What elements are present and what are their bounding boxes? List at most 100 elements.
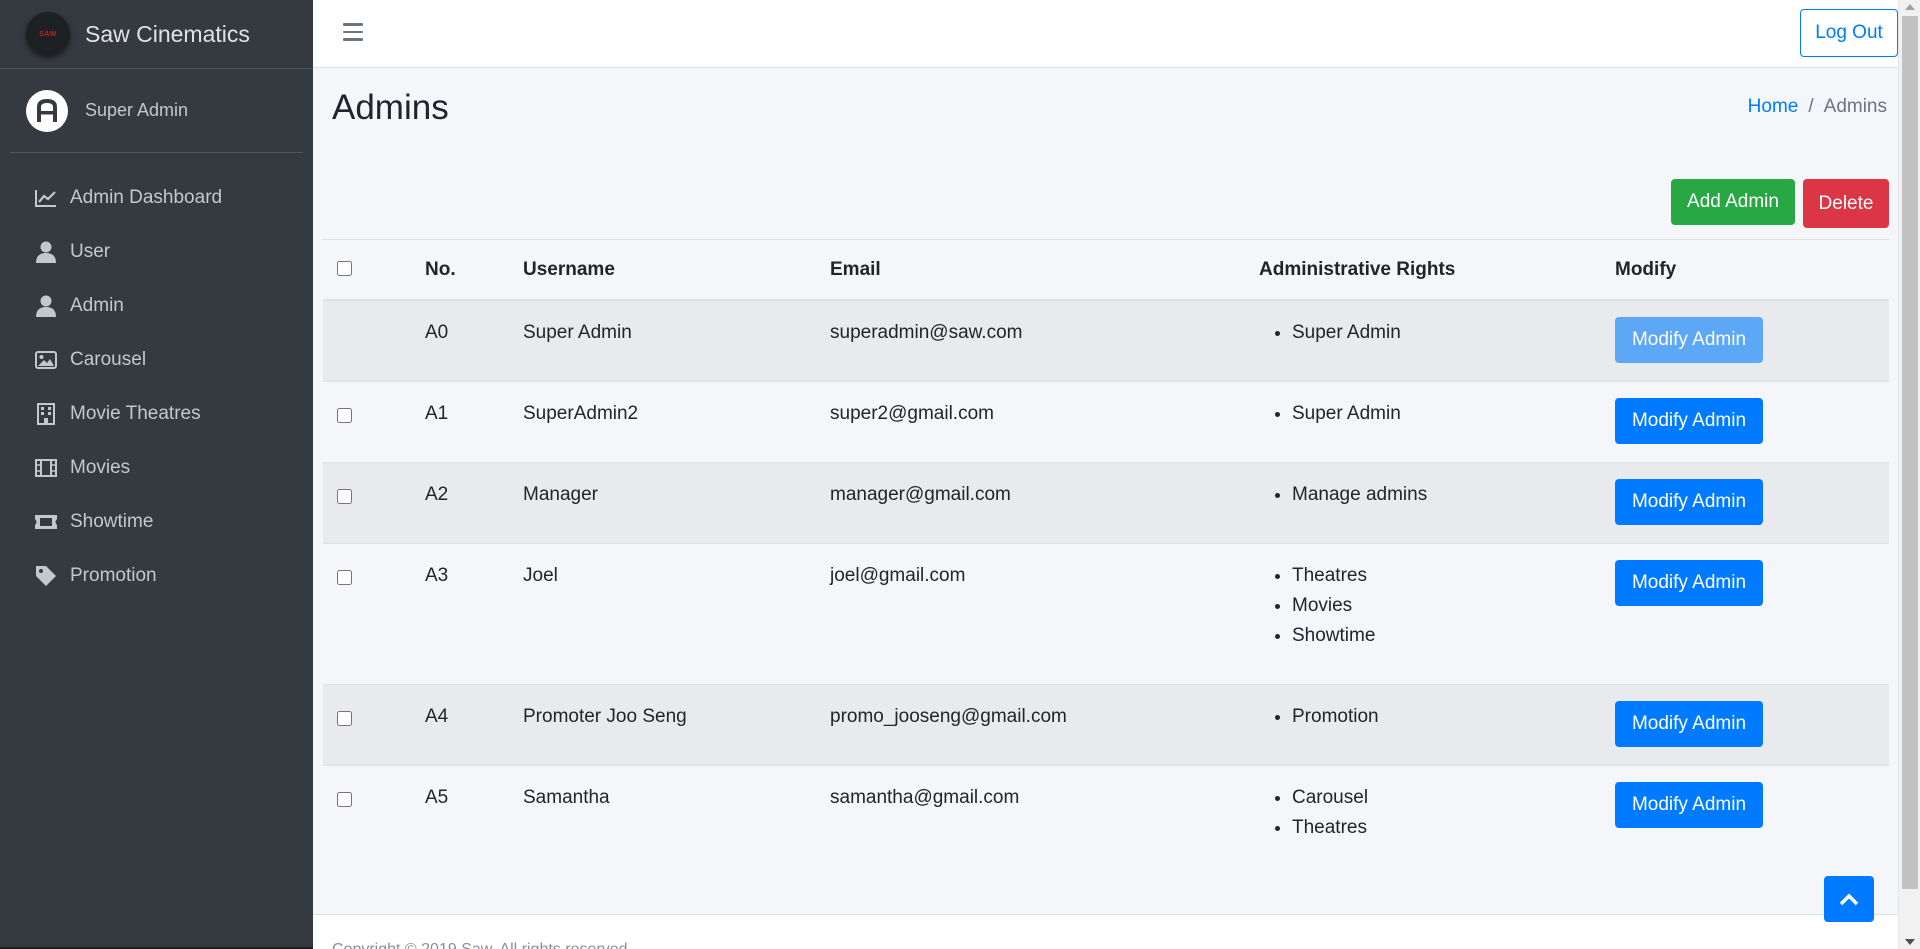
scrollbar-thumb[interactable]: [1902, 16, 1918, 889]
row-username: Manager: [523, 483, 598, 505]
page-scrollbar[interactable]: [1898, 0, 1920, 949]
row-checkbox[interactable]: [337, 791, 352, 807]
modify-admin-button[interactable]: Modify Admin: [1615, 317, 1763, 363]
breadcrumb-home-link[interactable]: Home: [1748, 96, 1799, 118]
row-number: A3: [425, 564, 449, 586]
brand-link[interactable]: SAW Saw Cinematics: [0, 0, 313, 69]
breadcrumb: Home / Admins: [1748, 96, 1887, 118]
rights-item: Carousel: [1292, 787, 1615, 817]
row-checkbox[interactable]: [337, 488, 352, 504]
menu-toggle-icon[interactable]: [343, 23, 363, 41]
sidebar-item-promotion[interactable]: Promotion: [0, 549, 313, 603]
row-checkbox[interactable]: [337, 569, 352, 585]
sidebar-item-user[interactable]: User: [0, 225, 313, 279]
rights-item: Super Admin: [1292, 322, 1615, 352]
main-content: Admins Home / Admins Add Admin Delete No…: [313, 68, 1898, 914]
table-row: A5 Samantha samantha@gmail.com Carousel …: [323, 764, 1889, 875]
back-to-top-button[interactable]: [1824, 876, 1874, 922]
row-checkbox[interactable]: [337, 407, 352, 423]
row-select-cell: [323, 764, 425, 875]
table-row: A2 Manager manager@gmail.com Manage admi…: [323, 461, 1889, 543]
sidebar-nav: Admin Dashboard User Admin Carousel Movi…: [0, 153, 313, 603]
scroll-up-arrow-icon[interactable]: [1905, 4, 1915, 10]
rights-list: Super Admin: [1259, 301, 1615, 352]
column-header-no: No.: [425, 240, 523, 301]
footer-copyright: Copyright © 2019 Saw. All rights reserve…: [332, 941, 632, 949]
scroll-down-arrow-icon[interactable]: [1905, 939, 1915, 945]
column-header-email: Email: [830, 240, 1259, 301]
row-username: Joel: [523, 564, 558, 586]
sidebar-item-label: Promotion: [70, 565, 157, 586]
row-select-cell: [323, 380, 425, 462]
sidebar-item-showtime[interactable]: Showtime: [0, 495, 313, 549]
rights-list: Carousel Theatres: [1259, 766, 1615, 847]
breadcrumb-separator: /: [1808, 96, 1814, 117]
sidebar-item-movies[interactable]: Movies: [0, 441, 313, 495]
row-email: super2@gmail.com: [830, 402, 994, 424]
sidebar: SAW Saw Cinematics Super Admin Admin Das…: [0, 0, 313, 949]
row-username: Samantha: [523, 786, 610, 808]
user-name: Super Admin: [85, 100, 189, 120]
row-number: A4: [425, 705, 449, 727]
add-admin-button[interactable]: Add Admin: [1671, 179, 1795, 225]
modify-admin-button[interactable]: Modify Admin: [1615, 478, 1763, 525]
chart-line-icon: [34, 187, 58, 209]
avatar: [26, 89, 68, 132]
rights-item: Manage admins: [1292, 484, 1615, 514]
brand-logo: SAW: [26, 12, 70, 56]
row-checkbox[interactable]: [337, 710, 352, 726]
row-number: A1: [425, 402, 449, 424]
table-row: A0 Super Admin superadmin@saw.com Super …: [323, 299, 1889, 381]
footer: Copyright © 2019 Saw. All rights reserve…: [313, 914, 1898, 949]
sidebar-item-admin-dashboard[interactable]: Admin Dashboard: [0, 171, 313, 225]
select-all-checkbox[interactable]: [337, 261, 352, 276]
rights-list: Super Admin: [1259, 382, 1615, 433]
admins-table-container: No. Username Email Administrative Rights…: [323, 239, 1889, 875]
film-icon: [34, 457, 58, 479]
rights-list: Theatres Movies Showtime: [1259, 544, 1615, 655]
modify-admin-button[interactable]: Modify Admin: [1615, 700, 1763, 747]
user-icon: [34, 295, 58, 317]
rights-item: Showtime: [1292, 625, 1615, 655]
user-panel[interactable]: Super Admin: [10, 69, 303, 153]
sidebar-item-movie-theatres[interactable]: Movie Theatres: [0, 387, 313, 441]
modify-admin-button[interactable]: Modify Admin: [1615, 559, 1763, 606]
building-icon: [34, 403, 58, 425]
row-username: Promoter Joo Seng: [523, 705, 687, 727]
sidebar-item-carousel[interactable]: Carousel: [0, 333, 313, 387]
table-header-row: No. Username Email Administrative Rights…: [323, 240, 1889, 301]
rights-item: Theatres: [1292, 817, 1615, 847]
sidebar-item-label: Admin Dashboard: [70, 187, 223, 208]
row-select-cell: [323, 683, 425, 765]
table-row: A1 SuperAdmin2 super2@gmail.com Super Ad…: [323, 380, 1889, 462]
sidebar-item-label: Movies: [70, 457, 131, 478]
logout-button[interactable]: Log Out: [1800, 9, 1898, 57]
rights-item: Movies: [1292, 595, 1615, 625]
row-select-cell: [323, 461, 425, 543]
chevron-up-icon: [1839, 893, 1859, 906]
sidebar-item-admin[interactable]: Admin: [0, 279, 313, 333]
image-icon: [34, 349, 58, 371]
row-number: A2: [425, 483, 449, 505]
row-select-cell: [323, 542, 425, 684]
row-select-cell: [323, 299, 425, 381]
row-email: superadmin@saw.com: [830, 322, 1023, 343]
row-email: samantha@gmail.com: [830, 786, 1020, 808]
table-row: A4 Promoter Joo Seng promo_jooseng@gmail…: [323, 683, 1889, 765]
column-header-modify: Modify: [1615, 240, 1889, 301]
admin-logo-icon: [37, 98, 57, 122]
top-navbar: Log Out: [313, 0, 1898, 68]
sidebar-item-label: Admin: [70, 295, 124, 316]
ticket-icon: [34, 511, 58, 533]
tag-icon: [34, 565, 58, 587]
modify-admin-button[interactable]: Modify Admin: [1615, 781, 1763, 828]
row-username: Super Admin: [523, 322, 632, 343]
sidebar-item-label: Carousel: [70, 349, 147, 370]
sidebar-item-label: Showtime: [70, 511, 154, 532]
rights-item: Promotion: [1292, 706, 1615, 736]
table-row: A3 Joel joel@gmail.com Theatres Movies S…: [323, 542, 1889, 684]
sidebar-item-label: Movie Theatres: [70, 403, 201, 424]
modify-admin-button[interactable]: Modify Admin: [1615, 397, 1763, 444]
delete-button[interactable]: Delete: [1803, 179, 1889, 228]
row-email: manager@gmail.com: [830, 483, 1011, 505]
